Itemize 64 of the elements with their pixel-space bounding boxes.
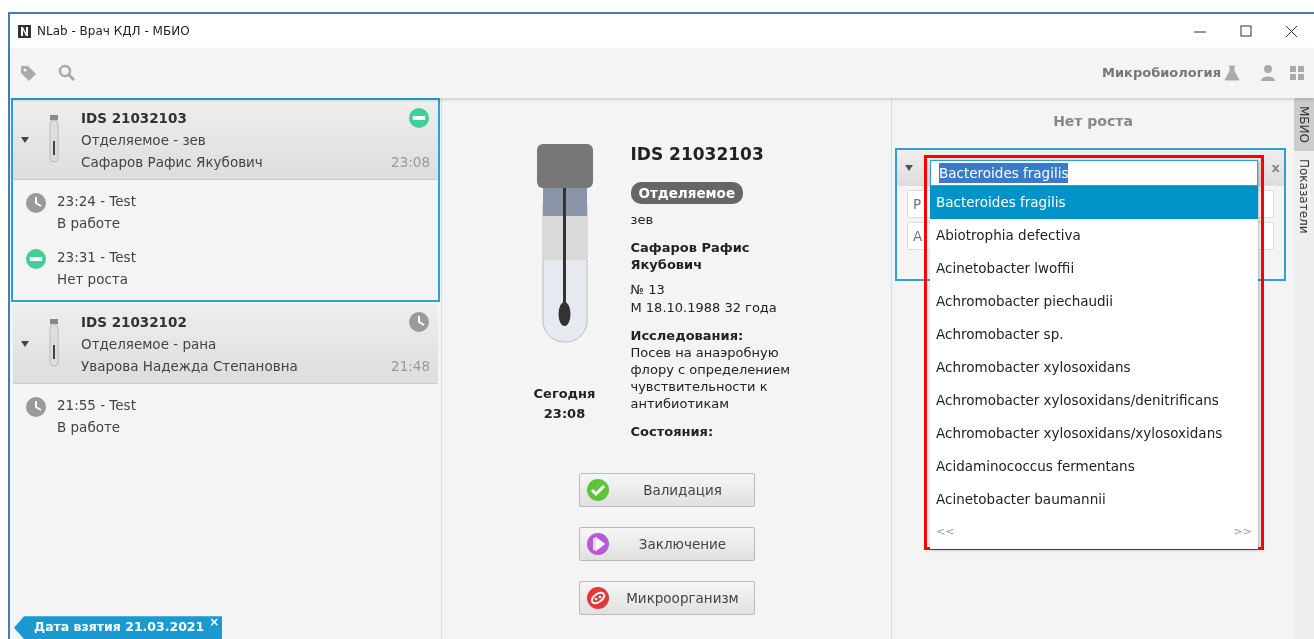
- user-icon[interactable]: [1260, 64, 1276, 82]
- event-time: 23:31 - Test: [57, 248, 136, 267]
- minus-circle-icon: [408, 106, 430, 129]
- sample-id: IDS 21032102: [81, 312, 188, 332]
- sample-site: зев: [630, 210, 655, 229]
- window-title: NLab - Врач КДЛ - МБИО: [37, 23, 190, 40]
- event-status: Нет роста: [57, 270, 129, 289]
- expand-caret-icon[interactable]: [21, 135, 29, 144]
- event-status: В работе: [57, 418, 122, 437]
- department-label: Микробиология: [1102, 64, 1221, 83]
- collapse-caret-icon[interactable]: [905, 164, 913, 172]
- clock-icon: [25, 192, 47, 214]
- material-line: Отделяемое - рана: [81, 334, 218, 354]
- patient-name: Сафаров Рафис Якубович: [630, 239, 751, 274]
- dropdown-option[interactable]: Acinetobacter baumannii: [930, 483, 1258, 516]
- side-tab[interactable]: МБИО: [1294, 98, 1314, 151]
- studies-text: Посев на анаэробную флору с определением чувствительности к антибиотикам: [630, 343, 791, 412]
- flask-icon: [1224, 65, 1240, 81]
- patient-demographics: М 18.10.1988 32 года: [630, 299, 778, 318]
- app-logo-icon: [18, 24, 31, 38]
- material-badge: Отделяемое: [630, 181, 744, 204]
- patient-name: Сафаров Рафис Якубович: [81, 152, 264, 172]
- action-button[interactable]: Микроорганизм: [578, 581, 755, 616]
- grid-icon[interactable]: [1290, 65, 1304, 81]
- side-tab[interactable]: Показатели: [1294, 151, 1314, 242]
- sample-time: 23:08: [391, 152, 430, 172]
- test-tube-icon: [47, 114, 61, 165]
- clock-icon: [408, 310, 430, 333]
- dropdown-option[interactable]: Acinetobacter lwoffii: [930, 252, 1258, 285]
- check-circle-icon: [585, 478, 610, 503]
- dropdown-option[interactable]: Bacteroides fragilis: [930, 186, 1258, 219]
- sample-id: IDS 21032103: [630, 143, 765, 166]
- patient-number: № 13: [630, 281, 666, 299]
- microbe-icon: [585, 586, 610, 611]
- search-icon[interactable]: [58, 64, 76, 82]
- dropdown-option[interactable]: Achromobacter piechaudii: [930, 285, 1258, 318]
- dropdown-option[interactable]: Acidaminococcus fermentans: [930, 450, 1258, 483]
- dropdown-option[interactable]: Achromobacter xylosoxidans: [930, 351, 1258, 384]
- filter-label: Дата взятия 21.03.2021: [34, 619, 205, 635]
- dropdown-option[interactable]: Achromobacter sp.: [930, 318, 1258, 351]
- sample-id: IDS 21032103: [81, 108, 188, 128]
- patient-name: Уварова Надежда Степановна: [81, 356, 299, 376]
- material-line: Отделяемое - зев: [81, 130, 207, 150]
- event-status: В работе: [57, 214, 122, 233]
- action-button[interactable]: Валидация: [578, 473, 755, 508]
- event-time: 23:24 - Test: [57, 192, 136, 211]
- sample-time: 21:48: [391, 356, 430, 376]
- clock-icon: [25, 396, 47, 418]
- tag-icon[interactable]: [20, 65, 36, 81]
- studies-label: Исследования:: [630, 327, 745, 344]
- result-title: Нет роста: [1052, 112, 1134, 131]
- dropdown-option[interactable]: Achromobacter xylosoxidans/xylosoxidans: [930, 417, 1258, 450]
- dropdown-option[interactable]: Abiotrophia defectiva: [930, 219, 1258, 252]
- play-circle-icon: [585, 532, 610, 557]
- sample-group[interactable]: IDS 21032103 Отделяемое - зев Сафаров Рафис Якубович 23:08 23:24 - Test В работе 23:31 - Test Нет роста: [11, 98, 440, 302]
- expand-caret-icon[interactable]: [21, 339, 29, 348]
- minus-circle-icon: [25, 248, 47, 270]
- states-label: Состояния:: [630, 422, 715, 441]
- test-tube-icon: [47, 318, 61, 369]
- collection-date: Сегодня: [533, 385, 596, 403]
- event-time: 21:55 - Test: [57, 396, 136, 415]
- collection-time: 23:08: [543, 404, 586, 423]
- action-button[interactable]: Заключение: [578, 527, 755, 562]
- dropdown-option[interactable]: Achromobacter xylosoxidans/denitrificans: [930, 384, 1258, 417]
